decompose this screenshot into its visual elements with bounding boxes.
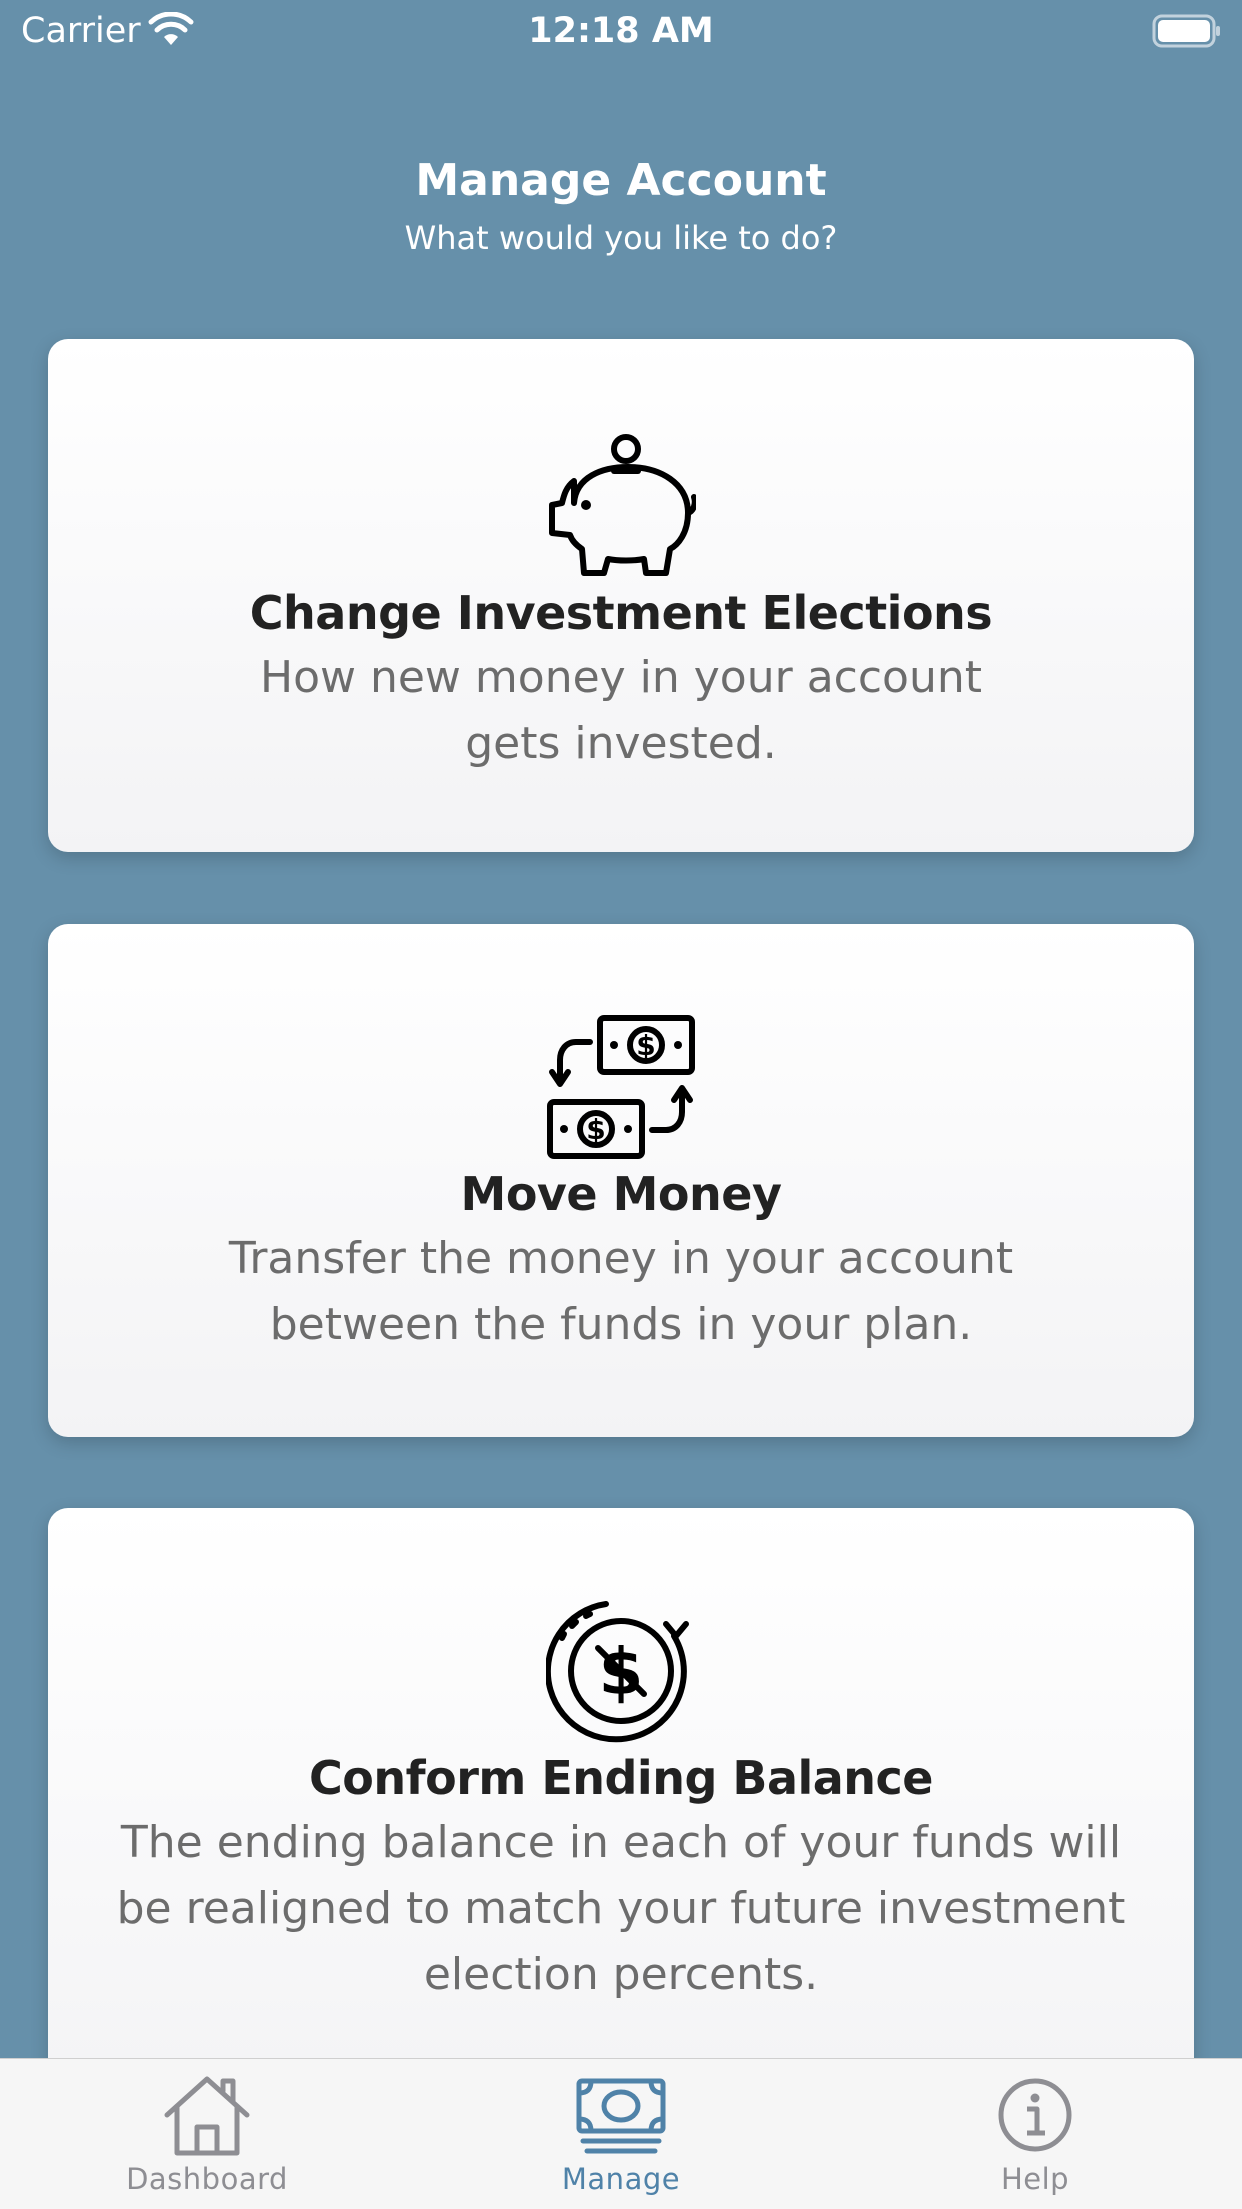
page-header: Manage Account What would you like to do… [0,150,1242,262]
tab-bar: Dashboard Manage Help [0,2058,1242,2209]
card-title: Conform Ending Balance [308,1751,934,1805]
svg-text:$: $ [636,1029,655,1062]
card-title: Change Investment Elections [249,586,993,640]
piggy-bank-icon [549,434,696,576]
tab-help[interactable]: Help [828,2059,1242,2209]
tab-label: Help [1000,2162,1070,2196]
money-transfer-icon: $ $ [547,1015,695,1159]
dollar-rebalance-icon: $ [546,1601,689,1743]
tab-dashboard[interactable]: Dashboard [0,2059,414,2209]
home-icon [164,2076,250,2156]
battery-icon [1152,14,1220,48]
status-time: 12:18 AM [528,11,714,51]
status-bar: Carrier 12:18 AM [0,0,1242,62]
page-title: Manage Account [415,155,827,206]
money-icon [576,2078,666,2154]
card-description: Transfer the money in your account betwe… [228,1233,1014,1350]
card-description: The ending balance in each of your funds… [116,1817,1126,2000]
page-subtitle: What would you like to do? [404,219,838,257]
move-money-card[interactable]: $ $ Move Money Transfer the money in you… [48,924,1194,1437]
svg-text:$: $ [586,1113,605,1146]
info-icon [998,2078,1072,2152]
conform-ending-balance-card[interactable]: $ Conform Ending Balance The ending bala… [48,1508,1194,2128]
svg-text:$: $ [599,1636,644,1710]
tab-label: Manage [561,2162,681,2196]
change-investment-elections-card[interactable]: Change Investment Elections How new mone… [48,339,1194,852]
card-description: How new money in your account gets inves… [260,652,982,769]
tab-manage[interactable]: Manage [414,2059,828,2209]
card-title: Move Money [460,1167,782,1221]
tab-label: Dashboard [126,2162,288,2196]
